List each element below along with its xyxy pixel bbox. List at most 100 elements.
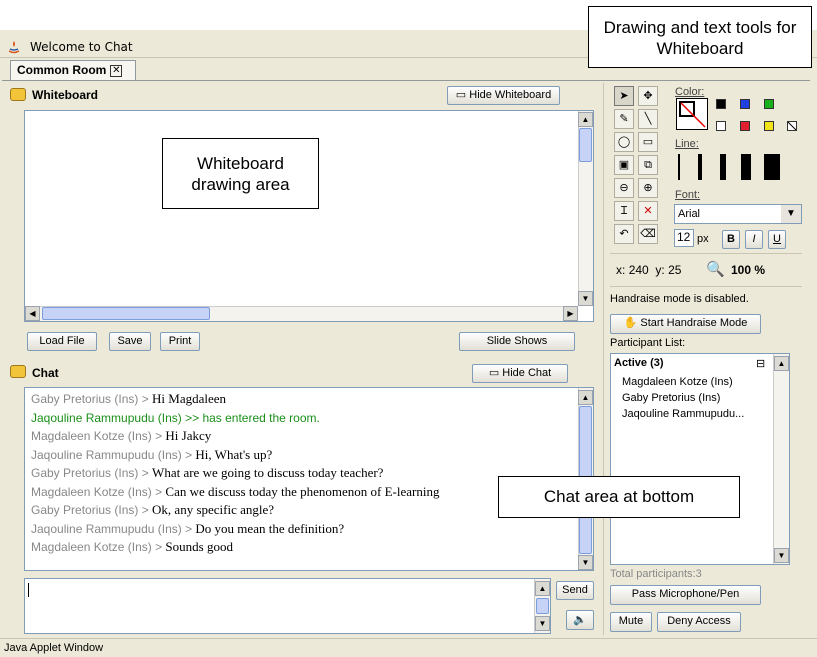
- close-tab-icon[interactable]: ✕: [110, 64, 123, 77]
- collapse-group-icon[interactable]: ⊟: [756, 357, 765, 370]
- send-button[interactable]: Send: [556, 581, 594, 600]
- java-icon: [8, 41, 20, 54]
- status-divider: [0, 638, 817, 639]
- scroll-up-icon[interactable]: ▲: [774, 356, 789, 371]
- undo-icon[interactable]: ↶: [614, 224, 634, 244]
- hide-whiteboard-button[interactable]: ▭ Hide Whiteboard: [447, 86, 560, 105]
- scroll-right-icon[interactable]: ▶: [563, 306, 578, 321]
- font-select[interactable]: Arial ▼: [674, 204, 802, 224]
- scroll-up-icon[interactable]: ▲: [578, 390, 593, 405]
- line-width-5[interactable]: [764, 154, 780, 180]
- chat-message-input[interactable]: [24, 578, 551, 634]
- participant-item[interactable]: Magdaleen Kotze (Ins): [622, 374, 744, 390]
- start-handraise-button[interactable]: ✋ Start Handraise Mode: [610, 314, 761, 334]
- move-tool-icon[interactable]: ✥: [638, 86, 658, 106]
- chat-message: Magdaleen Kotze (Ins) > Hi Jakcy: [31, 427, 587, 446]
- line-width-4[interactable]: [741, 154, 751, 180]
- line-width-1[interactable]: [678, 154, 680, 180]
- participant-item[interactable]: Jaqouline Rammupudu...: [622, 406, 744, 422]
- color-swatch-yellow[interactable]: [764, 121, 774, 131]
- underline-button[interactable]: U: [768, 230, 786, 249]
- chat-message: Gaby Pretorius (Ins) > Hi Magdaleen: [31, 390, 587, 409]
- chat-sender: Gaby Pretorius (Ins) >: [31, 466, 153, 480]
- chat-text: has entered the room.: [202, 410, 320, 425]
- magnifier-icon[interactable]: 🔍: [706, 260, 725, 278]
- window-title: Welcome to Chat: [30, 40, 133, 54]
- active-group-header[interactable]: Active (3): [614, 357, 664, 369]
- zoom-in-icon[interactable]: ⊕: [638, 178, 658, 198]
- slide-shows-button[interactable]: Slide Shows: [459, 332, 575, 351]
- image-tool-icon[interactable]: ▣: [614, 155, 634, 175]
- chat-text: Hi, What's up?: [195, 446, 273, 462]
- color-swatch-green[interactable]: [764, 99, 774, 109]
- line-tool-icon[interactable]: ╲: [638, 109, 658, 129]
- minus-icon: ▭: [488, 367, 503, 379]
- emoticon-button[interactable]: 🔈: [566, 610, 594, 630]
- mute-button[interactable]: Mute: [610, 612, 652, 632]
- scroll-down-icon[interactable]: ▼: [774, 548, 789, 563]
- rectangle-tool-icon[interactable]: ▭: [638, 132, 658, 152]
- participant-vscrollbar[interactable]: [773, 354, 789, 564]
- chat-message: Jaqouline Rammupudu (Ins) > Do you mean …: [31, 520, 587, 539]
- load-file-button[interactable]: Load File: [27, 332, 97, 351]
- whiteboard-vscroll-thumb[interactable]: [579, 128, 592, 162]
- pass-microphone-button[interactable]: Pass Microphone/Pen: [610, 585, 761, 605]
- current-color-swatch[interactable]: [676, 98, 708, 130]
- chat-text: Ok, any specific angle?: [152, 502, 275, 517]
- chat-text: Can we discuss today the phenomenon of E…: [165, 483, 440, 499]
- color-swatch-none[interactable]: [787, 121, 797, 131]
- participant-names: Magdaleen Kotze (Ins) Gaby Pretorius (Ins…: [622, 374, 744, 422]
- hide-chat-button[interactable]: ▭ Hide Chat: [472, 364, 568, 383]
- select-tool-icon[interactable]: ➤: [614, 86, 634, 106]
- whiteboard-heading: Whiteboard: [32, 88, 98, 102]
- bold-button[interactable]: B: [722, 230, 740, 249]
- eraser-icon[interactable]: ⌫: [638, 224, 658, 244]
- tools-callout: Drawing and text tools for Whiteboard: [588, 6, 812, 68]
- whiteboard-icon: [10, 88, 26, 101]
- italic-button[interactable]: I: [745, 230, 763, 249]
- participant-item[interactable]: Gaby Pretorius (Ins): [622, 390, 744, 406]
- scroll-up-icon[interactable]: ▲: [535, 581, 550, 596]
- color-swatch-white[interactable]: [716, 121, 726, 131]
- color-swatch-red[interactable]: [740, 121, 750, 131]
- pencil-tool-icon[interactable]: ✎: [614, 109, 634, 129]
- scroll-up-icon[interactable]: ▲: [578, 112, 593, 127]
- chat-sender: Magdaleen Kotze (Ins) >: [31, 429, 166, 443]
- scroll-down-icon[interactable]: ▼: [578, 555, 593, 570]
- ellipse-tool-icon[interactable]: ◯: [614, 132, 634, 152]
- color-swatch-black[interactable]: [716, 99, 726, 109]
- print-button[interactable]: Print: [160, 332, 200, 351]
- chat-message: Jaqouline Rammupudu (Ins) >> has entered…: [31, 409, 587, 428]
- minus-icon: ▭: [455, 89, 470, 101]
- chat-sender: Gaby Pretorius (Ins) >: [31, 503, 153, 517]
- copy-tool-icon[interactable]: ⧉: [638, 155, 658, 175]
- delete-selection-icon[interactable]: ✕: [638, 201, 658, 221]
- chat-message: Jaqouline Rammupudu (Ins) > Hi, What's u…: [31, 446, 587, 465]
- coordinates-readout: x: 240 y: 25: [616, 263, 682, 277]
- scroll-down-icon[interactable]: ▼: [535, 616, 550, 631]
- line-width-2[interactable]: [698, 154, 702, 180]
- tab-common-room[interactable]: Common Room ✕: [10, 60, 136, 80]
- scroll-down-icon[interactable]: ▼: [578, 291, 593, 306]
- font-select-value: Arial: [678, 208, 701, 220]
- color-label: Color:: [675, 86, 705, 98]
- zoom-out-icon[interactable]: ⊖: [614, 178, 634, 198]
- save-button[interactable]: Save: [109, 332, 151, 351]
- input-vscroll-thumb[interactable]: [536, 598, 549, 614]
- right-panel-divider: [603, 83, 604, 635]
- tools-divider: [610, 253, 802, 254]
- deny-access-button[interactable]: Deny Access: [657, 612, 741, 632]
- chat-sender: Jaqouline Rammupudu (Ins) >: [31, 521, 196, 536]
- line-label: Line:: [675, 138, 699, 150]
- chat-sender: Magdaleen Kotze (Ins) >: [31, 540, 166, 554]
- font-size-input[interactable]: 12: [674, 229, 694, 247]
- chevron-down-icon[interactable]: ▼: [781, 205, 801, 223]
- line-width-3[interactable]: [720, 154, 726, 180]
- scroll-left-icon[interactable]: ◀: [25, 306, 40, 321]
- text-tool-icon[interactable]: Ɪ: [614, 201, 634, 221]
- color-swatch-blue[interactable]: [740, 99, 750, 109]
- whiteboard-hscroll-thumb[interactable]: [42, 307, 210, 320]
- zoom-divider: [610, 286, 802, 287]
- chat-text: What are we going to discuss today teach…: [152, 465, 384, 480]
- chat-heading: Chat: [32, 366, 59, 380]
